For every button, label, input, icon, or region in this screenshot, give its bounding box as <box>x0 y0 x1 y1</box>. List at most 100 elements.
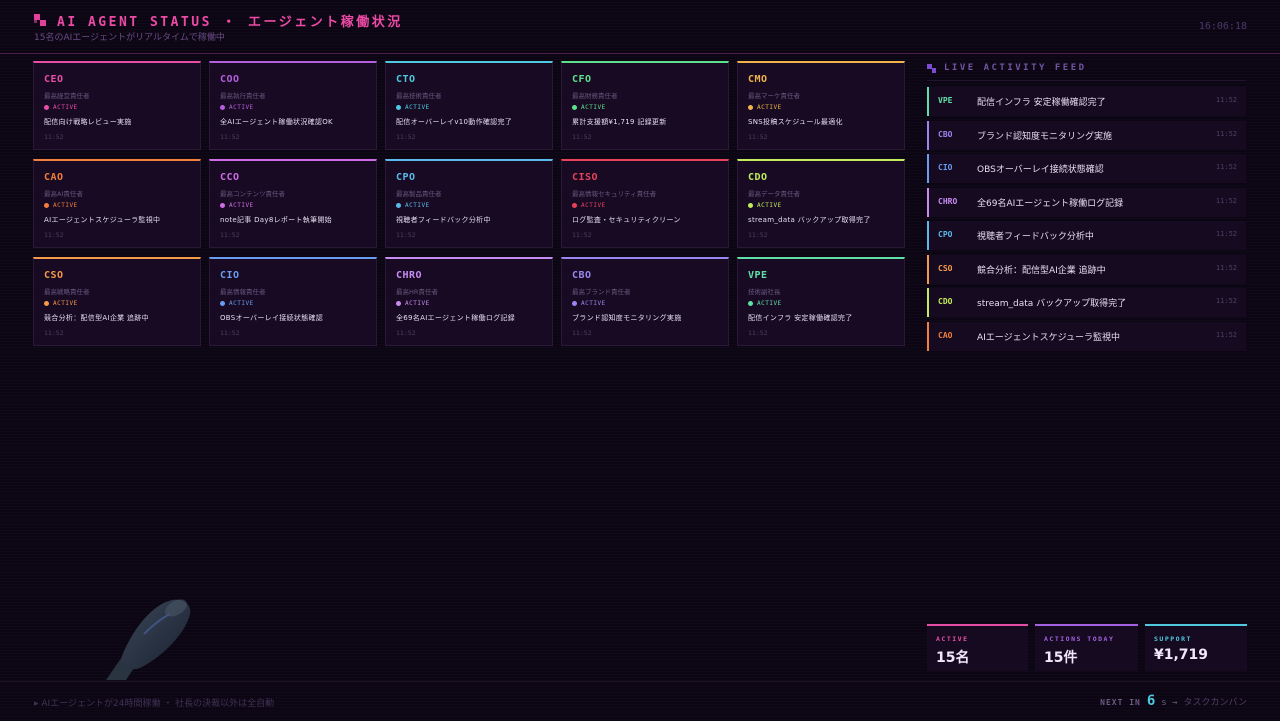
feed-item-time: 11:52 <box>1215 263 1237 272</box>
status-text: ACTIVE <box>405 104 430 111</box>
feed-item-text: OBSオーバーレイ接続状態確認 <box>977 165 1104 175</box>
agent-card-cfo[interactable]: CFO 最高財務責任者 ACTIVE 累計支援額¥1,719 記録更新 11:52 <box>561 61 729 150</box>
status-text: ACTIVE <box>229 300 254 307</box>
agent-time: 11:52 <box>748 329 768 337</box>
stat-value: ¥1,719 <box>1154 647 1209 663</box>
agent-role: COO <box>220 74 240 85</box>
feed-item-time: 11:52 <box>1215 129 1237 138</box>
next-indicator: NEXT IN 6 s → タスクカンバン <box>1100 693 1247 709</box>
feed-item: CPO 視聴者フィードバック分析中 11:52 <box>927 221 1246 250</box>
agent-card-cmo[interactable]: CMO 最高マーケ責任者 ACTIVE SNS投稿スケジュール最適化 11:52 <box>737 61 905 150</box>
agent-card-ceo[interactable]: CEO 最高経営責任者 ACTIVE 配信向け戦略レビュー実施 11:52 <box>33 61 201 150</box>
agent-card-cbo[interactable]: CBO 最高ブランド責任者 ACTIVE ブランド認知度モニタリング実施 11:52 <box>561 257 729 346</box>
stat-actions-today: ACTIONS TODAY 15件 <box>1035 624 1138 671</box>
status-badge: ACTIVE <box>220 300 254 307</box>
agent-card-cao[interactable]: CAO 最高AI責任者 ACTIVE AIエージェントスケジューラ監視中 11:52 <box>33 159 201 248</box>
agent-title: 最高AI責任者 <box>44 190 83 198</box>
clock: 16:06:18 <box>1198 21 1247 32</box>
status-badge: ACTIVE <box>220 202 254 209</box>
status-text: ACTIVE <box>229 202 254 209</box>
agent-task: AIエージェントスケジューラ監視中 <box>44 216 161 224</box>
agent-task: 配信インフラ 安定稼働確認完了 <box>748 314 853 322</box>
page-title: AI AGENT STATUS ・ エージェント稼働状況 <box>57 15 403 30</box>
agent-task: 競合分析：配信型AI企業 追跡中 <box>44 314 149 322</box>
status-badge: ACTIVE <box>572 202 606 209</box>
agent-card-cto[interactable]: CTO 最高技術責任者 ACTIVE 配信オーバーレイv10動作確認完了 11:52 <box>385 61 553 150</box>
status-dot-icon <box>44 301 49 306</box>
status-badge: ACTIVE <box>44 300 78 307</box>
agent-title: 最高財務責任者 <box>572 92 618 100</box>
agent-card-ciso[interactable]: CISO 最高情報セキュリティ責任者 ACTIVE ログ監査・セキュリティクリーン 11… <box>561 159 729 248</box>
agent-role: CPO <box>396 172 416 183</box>
status-dot-icon <box>44 203 49 208</box>
page-subtitle: 15名のAIエージェントがリアルタイムで稼働中 <box>34 33 225 43</box>
feed-item-time: 11:52 <box>1215 163 1237 171</box>
agent-task: ブランド認知度モニタリング実施 <box>572 314 682 322</box>
agent-title: 最高経営責任者 <box>44 92 90 100</box>
status-badge: ACTIVE <box>572 104 606 111</box>
status-text: ACTIVE <box>757 202 782 209</box>
status-text: ACTIVE <box>581 202 606 209</box>
status-badge: ACTIVE <box>220 104 254 111</box>
feed-item-time: 11:52 <box>1215 196 1237 205</box>
agent-card-cpo[interactable]: CPO 最高製品責任者 ACTIVE 視聴者フィードバック分析中 11:52 <box>385 159 553 248</box>
agent-task: ログ監査・セキュリティクリーン <box>572 216 681 224</box>
agent-card-cio[interactable]: CIO 最高情報責任者 ACTIVE OBSオーバーレイ接続状態確認 11:52 <box>209 257 377 346</box>
agent-role: CMO <box>748 74 768 85</box>
agent-card-coo[interactable]: COO 最高執行責任者 ACTIVE 全AIエージェント稼働状況確認OK 11:52 <box>209 61 377 150</box>
feed-item-time: 11:52 <box>1215 297 1237 305</box>
status-dot-icon <box>220 203 225 208</box>
feed-item-role: CPO <box>938 230 953 239</box>
agent-title: 最高マーケ責任者 <box>748 92 800 100</box>
agent-role: CISO <box>572 172 599 183</box>
agent-grid: CEO 最高経営責任者 ACTIVE 配信向け戦略レビュー実施 11:52 COO 最高執行… <box>33 61 905 346</box>
agent-time: 11:52 <box>748 133 768 141</box>
agent-card-cdo[interactable]: CDO 最高データ責任者 ACTIVE stream_data バックアップ取得完了 1… <box>737 159 905 248</box>
activity-feed: VPE 配信インフラ 安定稼働確認完了 11:52 CBO ブランド認知度モニタリング実… <box>927 87 1246 355</box>
agent-time: 11:52 <box>396 231 416 239</box>
agent-task: OBSオーバーレイ接続状態確認 <box>220 314 324 322</box>
stat-label: SUPPORT <box>1154 635 1192 643</box>
agent-time: 11:52 <box>572 133 592 141</box>
status-badge: ACTIVE <box>396 202 430 209</box>
feed-item: CBO ブランド認知度モニタリング実施 11:52 <box>927 120 1246 150</box>
agent-card-cso[interactable]: CSO 最高戦略責任者 ACTIVE 競合分析：配信型AI企業 追跡中 11:52 <box>33 257 201 346</box>
agent-time: 11:52 <box>220 133 240 141</box>
agent-role: CHRO <box>396 270 423 281</box>
agent-title: 最高戦略責任者 <box>44 288 90 296</box>
next-countdown: 6 <box>1146 693 1156 709</box>
footer-note: ▸ AIエージェントが24時間稼働 ・ 社長の決裁以外は全自動 <box>34 699 275 709</box>
status-text: ACTIVE <box>405 300 430 307</box>
footer: ▸ AIエージェントが24時間稼働 ・ 社長の決裁以外は全自動 NEXT IN … <box>0 681 1280 721</box>
agent-title: 最高情報責任者 <box>220 288 266 296</box>
feed-item-role: CHRO <box>938 196 958 206</box>
agent-time: 11:52 <box>396 329 416 337</box>
agent-card-vpe[interactable]: VPE 技術副社長 ACTIVE 配信インフラ 安定稼働確認完了 11:52 <box>737 257 905 346</box>
feed-item-text: stream_data バックアップ取得完了 <box>977 299 1127 309</box>
agent-title: 最高HR責任者 <box>396 288 438 296</box>
agent-task: 配信オーバーレイv10動作確認完了 <box>396 118 513 126</box>
agent-task: stream_data バックアップ取得完了 <box>748 216 871 224</box>
status-badge: ACTIVE <box>748 300 782 307</box>
feed-item-role: CAO <box>938 330 953 340</box>
stat-support: SUPPORT ¥1,719 <box>1145 624 1247 671</box>
agent-time: 11:52 <box>748 231 768 239</box>
status-dot-icon <box>396 301 401 306</box>
agent-role: CDO <box>748 172 768 183</box>
agent-time: 11:52 <box>220 329 240 337</box>
status-badge: ACTIVE <box>748 202 782 209</box>
status-text: ACTIVE <box>581 104 606 111</box>
agent-time: 11:52 <box>220 231 240 239</box>
agent-role: CBO <box>572 270 592 281</box>
status-text: ACTIVE <box>581 300 606 307</box>
agent-time: 11:52 <box>572 231 592 239</box>
feed-icon <box>927 64 936 73</box>
feed-item: CDO stream_data バックアップ取得完了 11:52 <box>927 288 1246 317</box>
status-text: ACTIVE <box>757 300 782 307</box>
status-text: ACTIVE <box>757 104 782 111</box>
agent-card-cco[interactable]: CCO 最高コンテンツ責任者 ACTIVE note記事 Day8レポート執筆開始 11… <box>209 159 377 248</box>
status-dot-icon <box>572 203 577 208</box>
agent-card-chro[interactable]: CHRO 最高HR責任者 ACTIVE 全69名AIエージェント稼働ログ記録 11:52 <box>385 257 553 346</box>
status-text: ACTIVE <box>53 202 78 209</box>
feed-item: CIO OBSオーバーレイ接続状態確認 11:52 <box>927 154 1246 183</box>
